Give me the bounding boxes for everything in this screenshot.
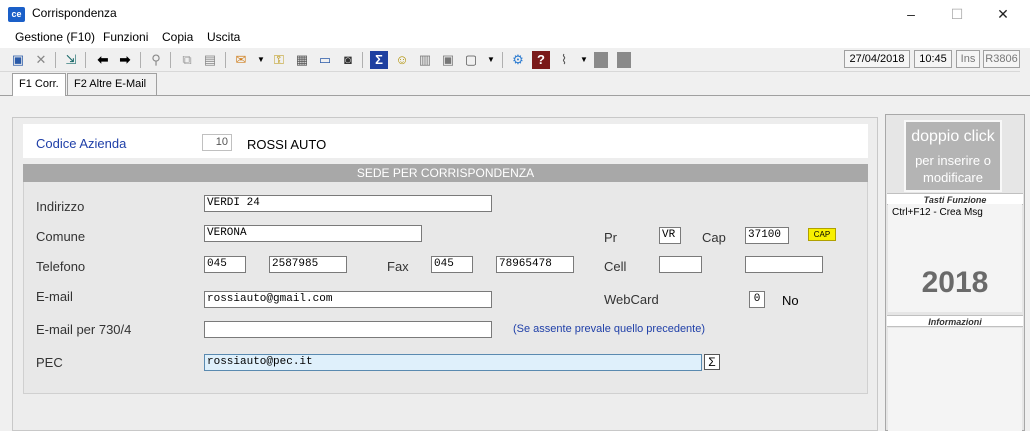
menu-bar <box>0 28 1030 48</box>
webcard-label: WebCard <box>604 292 659 307</box>
fax-label: Fax <box>387 259 409 274</box>
email-field[interactable]: rossiauto@gmail.com <box>204 291 492 308</box>
tab-altre-email[interactable]: F2 Altre E-Mail <box>67 73 157 95</box>
dropdown-icon[interactable]: ▼ <box>575 51 593 69</box>
dropdown-icon[interactable]: ▼ <box>482 51 500 69</box>
double-click-box[interactable]: doppio click per inserire o modificare <box>904 120 1002 192</box>
pec-field[interactable]: rossiauto@pec.it <box>204 354 702 371</box>
title-bar <box>0 0 1030 28</box>
scrollbar[interactable] <box>1020 48 1030 72</box>
toolbar-separator <box>140 52 141 68</box>
menu-uscita[interactable]: Uscita <box>207 30 240 44</box>
email-icon[interactable]: ✉ <box>232 51 250 69</box>
calendar-grid-icon[interactable]: ▦ <box>293 51 311 69</box>
window-icon[interactable]: ▢ <box>462 51 480 69</box>
telefono-number-field[interactable]: 2587985 <box>269 256 347 273</box>
cap-field[interactable]: 37100 <box>745 227 789 244</box>
pr-label: Pr <box>604 230 617 245</box>
cell-prefix-field[interactable] <box>659 256 702 273</box>
toolbar-separator <box>85 52 86 68</box>
key-icon[interactable]: ⚿ <box>270 51 288 69</box>
toolbar-separator <box>502 52 503 68</box>
toolbar-separator <box>225 52 226 68</box>
cell-label: Cell <box>604 259 627 274</box>
indirizzo-label: Indirizzo <box>36 199 85 214</box>
function-key-item[interactable]: Ctrl+F12 - Crea Msg <box>892 207 983 218</box>
block-icon[interactable] <box>617 52 631 68</box>
email-label: E-mail <box>36 289 73 304</box>
cell-number-field[interactable] <box>745 256 823 273</box>
azienda-band <box>23 124 868 158</box>
email730-label: E-mail per 730/4 <box>36 322 132 337</box>
informazioni-header: Informazioni <box>887 315 1023 327</box>
window-title: Corrispondenza <box>32 6 117 20</box>
fax-number-field[interactable]: 78965478 <box>496 256 574 273</box>
sede-header: SEDE PER CORRISPONDENZA <box>23 164 868 182</box>
status-date: 27/04/2018 <box>844 50 910 68</box>
copy-icon[interactable]: ⧉ <box>178 51 196 69</box>
close-button[interactable]: ✕ <box>980 0 1026 28</box>
exit-door-icon[interactable]: ⇲ <box>62 51 80 69</box>
toolbar-separator <box>55 52 56 68</box>
codice-azienda-field: 10 <box>202 134 232 151</box>
menu-copia[interactable]: Copia <box>162 30 193 44</box>
dropdown-icon[interactable]: ▼ <box>252 51 270 69</box>
sum-icon[interactable]: Σ <box>370 51 388 69</box>
pec-label: PEC <box>36 355 63 370</box>
double-click-title: doppio click <box>911 128 995 145</box>
cap-lookup-button[interactable]: CAP <box>808 228 836 241</box>
block-icon[interactable] <box>594 52 608 68</box>
help-icon[interactable]: ? <box>532 51 550 69</box>
cap-label: Cap <box>702 230 726 245</box>
webcard-field[interactable]: 0 <box>749 291 765 308</box>
info-area <box>888 328 1022 431</box>
indirizzo-field[interactable]: VERDI 24 <box>204 195 492 212</box>
tab-corrispondenza[interactable]: F1 Corr. <box>12 73 66 96</box>
telefono-prefix-field[interactable]: 045 <box>204 256 246 273</box>
status-time: 10:45 <box>914 50 952 68</box>
camera-icon[interactable]: ◙ <box>339 51 357 69</box>
double-click-subtitle: per inserire o modificare <box>915 153 991 185</box>
azienda-name: ROSSI AUTO <box>247 137 327 152</box>
year-display: 2018 <box>921 266 989 299</box>
webcard-value: No <box>782 293 799 308</box>
minimize-button[interactable]: – <box>888 0 934 28</box>
grid-icon[interactable]: ▥ <box>416 51 434 69</box>
fax-prefix-field[interactable]: 045 <box>431 256 473 273</box>
toolbar-separator <box>362 52 363 68</box>
save-icon[interactable]: ▣ <box>9 51 27 69</box>
paste-icon[interactable]: ▤ <box>201 51 219 69</box>
email730-note: (Se assente prevale quello precedente) <box>513 323 706 335</box>
delete-icon[interactable]: ✕ <box>32 51 50 69</box>
forward-arrow-icon[interactable]: ➡ <box>116 51 134 69</box>
comune-label: Comune <box>36 229 86 244</box>
codice-azienda-label: Codice Azienda <box>36 136 127 151</box>
toolbar-separator <box>170 52 171 68</box>
card-icon[interactable]: ▣ <box>439 51 457 69</box>
keyboard-icon[interactable]: ▭ <box>316 51 334 69</box>
search-icon[interactable]: ⚲ <box>147 51 165 69</box>
menu-gestione[interactable]: Gestione (F10) <box>15 30 95 44</box>
app-logo-icon: ce <box>8 7 25 22</box>
status-ins: Ins <box>956 50 980 68</box>
smiley-icon[interactable]: ☺ <box>393 51 411 69</box>
telefono-label: Telefono <box>36 259 86 274</box>
network-icon[interactable]: ⚙ <box>509 51 527 69</box>
status-release: R3806 <box>983 50 1020 68</box>
pr-field[interactable]: VR <box>659 227 681 244</box>
email730-field[interactable] <box>204 321 492 338</box>
maximize-button[interactable]: ☐ <box>934 0 980 28</box>
attach-icon[interactable]: ⌇ <box>555 51 573 69</box>
back-arrow-icon[interactable]: ⬅ <box>94 51 112 69</box>
comune-field[interactable]: VERONA <box>204 225 422 242</box>
sigma-button[interactable]: Σ <box>704 354 720 370</box>
menu-funzioni[interactable]: Funzioni <box>103 30 148 44</box>
